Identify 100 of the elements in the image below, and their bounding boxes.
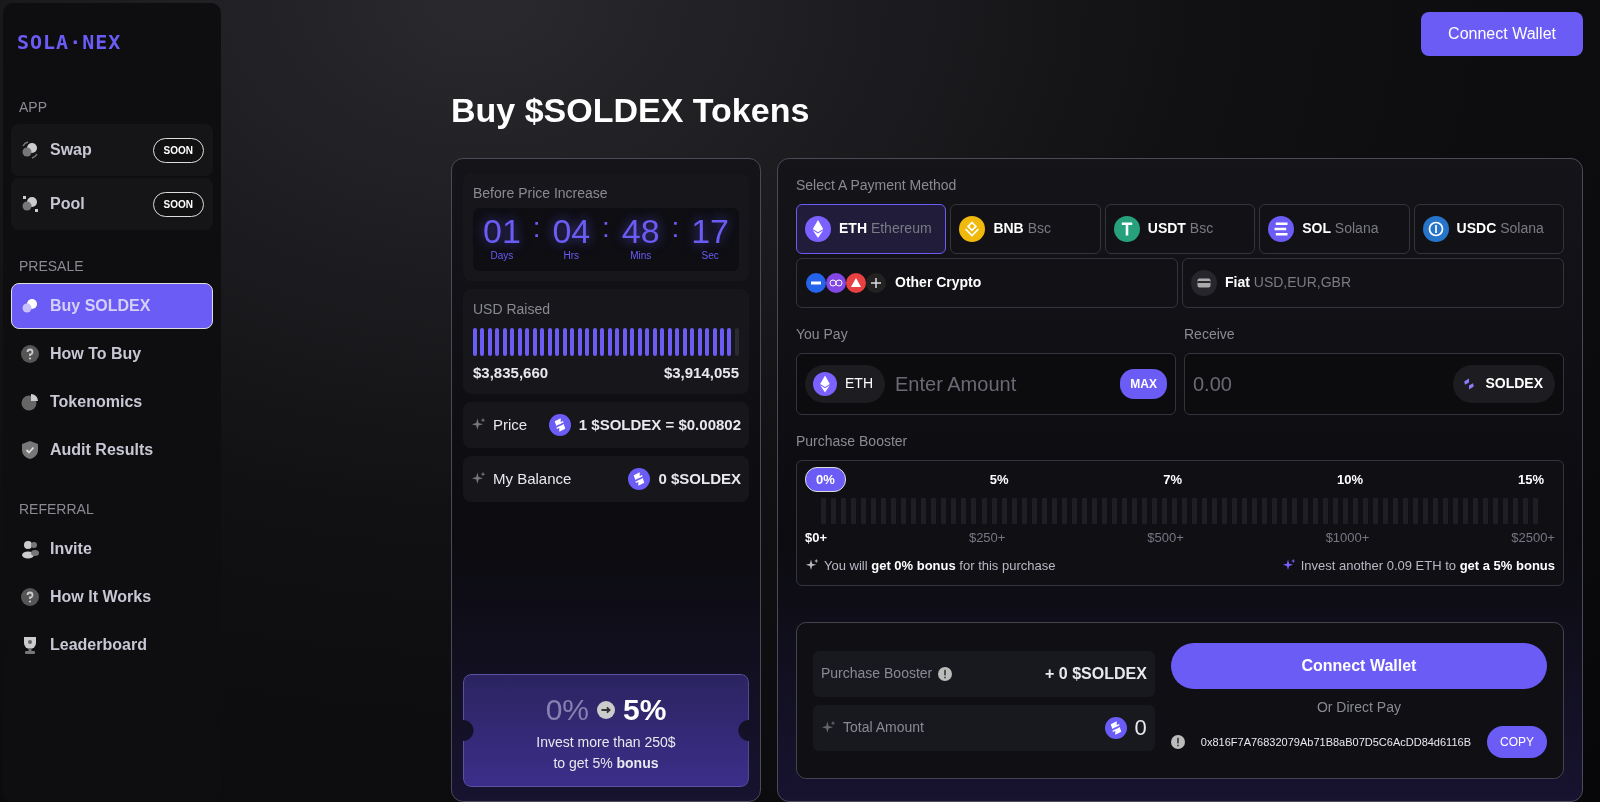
summary-label: Total Amount <box>843 718 924 738</box>
payment-method[interactable]: ETH Ethereum <box>796 203 947 254</box>
countdown-value: 48 <box>621 213 660 248</box>
stat-label: Price <box>493 415 528 436</box>
method-label: USDC Solana <box>1456 219 1544 239</box>
countdown-value: 04 <box>552 213 591 248</box>
field-label: Receive <box>1184 324 1236 344</box>
tier-option[interactable]: 0% <box>805 466 846 493</box>
countdown-unit: Hrs <box>562 248 581 263</box>
countdown-title: Before Price Increase <box>473 183 609 203</box>
sidebar-item[interactable]: Tokenomics <box>11 379 213 425</box>
bonus-to: 5% <box>623 692 667 728</box>
stat-value: 1 $SOLDEX = $0.00802 <box>578 415 741 436</box>
coin-stack-icon <box>805 271 887 294</box>
sidebar-item[interactable]: Pool SOON <box>11 178 213 230</box>
coin-icon <box>805 215 831 242</box>
coin-icon <box>1422 215 1449 242</box>
info-icon <box>938 666 953 681</box>
countdown-unit: Mins <box>629 248 653 263</box>
field-label: You Pay <box>796 324 849 344</box>
tier-amount: $250+ <box>968 529 1006 548</box>
card-icon <box>1191 269 1217 296</box>
coins-icon <box>20 194 40 214</box>
summary-label: Purchase Booster <box>821 664 933 684</box>
bonus-from: 0% <box>545 692 589 728</box>
countdown-separator: : <box>671 213 680 242</box>
receive-amount: 0.00 <box>1193 371 1233 397</box>
tier-option[interactable]: 7% <box>1152 466 1194 493</box>
token-icon <box>548 414 571 437</box>
tier-option[interactable]: 5% <box>978 466 1020 493</box>
amount-field[interactable]: ETH Enter Amount MAX <box>796 352 1176 415</box>
page-title: Buy $SOLDEX Tokens <box>451 90 811 131</box>
logo: SOLA·NEX <box>17 29 123 56</box>
sidebar-item[interactable]: Swap SOON <box>11 124 213 176</box>
countdown-separator: : <box>532 213 541 242</box>
section-heading: PRESALE <box>19 257 85 276</box>
countdown-unit: Sec <box>700 248 720 263</box>
soon-badge: SOON <box>152 137 204 163</box>
copy-button[interactable]: COPY <box>1487 726 1547 759</box>
tier-option[interactable]: 15% <box>1506 466 1555 493</box>
method-label: USDT Bsc <box>1147 219 1214 239</box>
booster-note: You will get 0% bonus for this purchase <box>824 556 1056 575</box>
tier-amount: $500+ <box>1147 529 1184 548</box>
coin-icon <box>1113 215 1140 242</box>
users-icon <box>20 539 40 559</box>
direct-pay-text: Or Direct Pay <box>1316 698 1401 718</box>
section-heading: APP <box>19 98 48 117</box>
tier-amount: $0+ <box>805 529 828 548</box>
coin-icon <box>959 215 986 242</box>
token-chip: SOLDEX <box>1453 364 1555 403</box>
max-button[interactable]: MAX <box>1120 368 1167 399</box>
tier-amount: $1000+ <box>1325 529 1370 548</box>
method-label: Fiat USD,EUR,GBR <box>1225 273 1351 293</box>
sidebar-item[interactable]: Invite <box>11 526 213 572</box>
tier-amount: $2500+ <box>1511 529 1555 548</box>
total-value: 0 <box>1134 714 1147 743</box>
sidebar-item[interactable]: How To Buy <box>11 331 213 377</box>
sidebar-item[interactable]: Audit Results <box>11 427 213 473</box>
countdown-separator: : <box>602 213 610 242</box>
coin-icon <box>1268 215 1295 242</box>
coin-icon <box>813 371 837 396</box>
payment-method[interactable]: USDC Solana <box>1413 203 1564 254</box>
connect-wallet-button[interactable]: Connect Wallet <box>1421 12 1583 56</box>
bonus-text: Invest more than 250$ <box>535 733 677 752</box>
payment-method[interactable]: USDT Bsc <box>1104 203 1256 254</box>
method-label: ETH Ethereum <box>839 219 932 239</box>
help-icon <box>20 344 40 364</box>
soon-badge: SOON <box>152 191 204 217</box>
sidebar-item[interactable]: Leaderboard <box>11 622 213 668</box>
stat-label: My Balance <box>493 469 572 490</box>
goal-amount: $3,914,055 <box>663 362 739 383</box>
section-label: Purchase Booster <box>796 431 909 451</box>
bonus-text: to get 5% bonus <box>552 754 660 773</box>
connect-wallet-button[interactable]: Connect Wallet <box>1170 643 1547 690</box>
countdown-unit: Days <box>489 248 515 263</box>
token-icon <box>1104 716 1127 739</box>
pie-chart-icon <box>20 392 40 412</box>
tier-option[interactable]: 10% <box>1326 466 1375 493</box>
summary-value: + 0 $SOLDEX <box>1045 663 1147 684</box>
shield-icon <box>20 440 40 460</box>
info-icon <box>1170 735 1185 750</box>
payment-method[interactable]: Other Crypto <box>796 257 1178 308</box>
method-label: BNB Bsc <box>993 219 1051 239</box>
payment-method[interactable]: BNB Bsc <box>950 203 1101 254</box>
stat-value: 0 $SOLDEX <box>658 469 741 490</box>
wallet-address: 0x816F7A76832079Ab71B8aB07D5C6AcDD84d6116B <box>1200 735 1471 751</box>
sidebar-item[interactable]: How It Works <box>11 574 213 620</box>
token-icon <box>628 468 651 491</box>
token-selector[interactable]: ETH <box>805 364 885 403</box>
countdown-value: 17 <box>691 213 729 248</box>
countdown-value: 01 <box>483 213 521 248</box>
raised-title: USD Raised <box>473 299 552 319</box>
raised-amount: $3,835,660 <box>473 362 549 383</box>
section-label: Select A Payment Method <box>796 175 958 195</box>
payment-method[interactable]: Fiat USD,EUR,GBR <box>1182 257 1564 308</box>
section-heading: REFERRAL <box>19 500 95 519</box>
booster-note: Invest another 0.09 ETH to get a 5% bonus <box>1300 556 1555 575</box>
swap-icon <box>20 140 40 160</box>
method-label: SOL Solana <box>1302 219 1379 239</box>
payment-method[interactable]: SOL Solana <box>1259 203 1410 254</box>
